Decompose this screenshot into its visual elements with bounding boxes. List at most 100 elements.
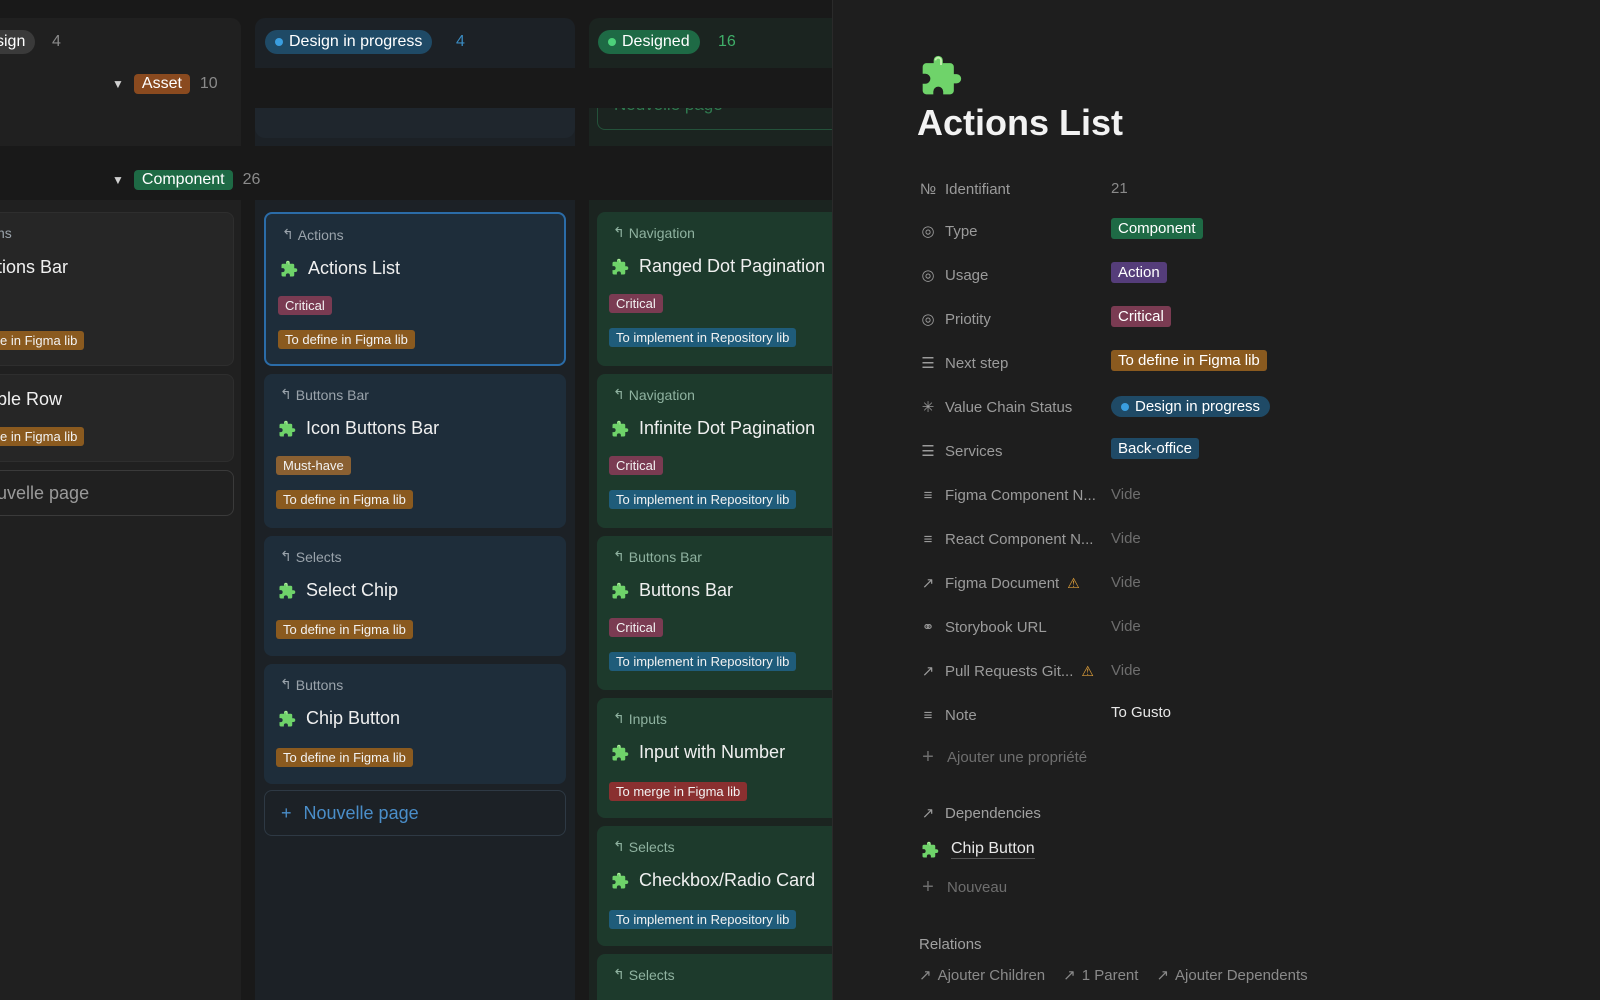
status-dot-icon: [608, 38, 616, 46]
column-header-design-in-progress[interactable]: Design in progress: [265, 30, 433, 54]
column-label: Designed: [622, 33, 690, 50]
card[interactable]: ↰ Buttons Chip Button To define in Figma …: [264, 664, 566, 784]
new-page-button[interactable]: + Nouvelle page: [264, 790, 566, 836]
parent-arrow-icon: ↰: [613, 710, 625, 726]
new-dependency-button[interactable]: + Nouveau: [919, 876, 1007, 898]
column-count: 16: [718, 33, 736, 50]
next-step-tag: To merge in Figma lib: [609, 782, 748, 801]
link-arrow-icon: ↗: [1156, 967, 1170, 984]
card-parent: ↰ Navigation: [613, 386, 695, 403]
property-note[interactable]: ≡ Note To Gusto: [919, 702, 1559, 732]
parent-arrow-icon: ↰: [282, 226, 294, 242]
next-step-tag: To define in Figma lib: [276, 620, 413, 639]
next-step-tag: To define in Figma lib: [278, 330, 415, 349]
card-parent: ↰ Navigation: [613, 224, 695, 241]
property-figma-document[interactable]: ↗ Figma Document ⚠ Vide: [919, 570, 1559, 600]
parent-button[interactable]: ↗ 1 Parent: [1063, 966, 1138, 985]
status-spinner-icon: ✳: [921, 399, 935, 416]
card[interactable]: ↰ Selects Checkbox/Radio Card To implemen…: [597, 826, 832, 946]
priority-tag: Critical: [609, 294, 663, 313]
card-title: tions Bar: [0, 257, 69, 277]
dependency-item[interactable]: Chip Button: [921, 840, 1035, 859]
card-title: ble Row: [0, 389, 63, 409]
priority-tag: Critical: [278, 296, 332, 315]
link-icon: ⚭: [921, 619, 935, 636]
select-icon: ◎: [921, 267, 935, 284]
property-next-step[interactable]: ☰ Next step To define in Figma lib: [919, 350, 1559, 380]
plus-icon: +: [922, 745, 934, 768]
property-type[interactable]: ◎ Type Component: [919, 218, 1559, 248]
next-step-tag: To implement in Repository lib: [609, 490, 797, 509]
parent-arrow-icon: ↰: [280, 548, 292, 564]
property-value: Vide: [1111, 574, 1141, 591]
column-header-designed[interactable]: Designed: [598, 30, 700, 54]
property-storybook-url[interactable]: ⚭ Storybook URL Vide: [919, 614, 1559, 644]
card-title: Icon Buttons Bar: [278, 418, 439, 439]
puzzle-icon: [278, 582, 296, 600]
priority-tag: Critical: [609, 618, 663, 637]
card[interactable]: ↰ Selects: [597, 954, 832, 1000]
next-step-tag: To implement in Repository lib: [609, 328, 797, 347]
column-header-design[interactable]: sign: [0, 30, 36, 54]
property-priority[interactable]: ◎ Priotity Critical: [919, 306, 1559, 336]
parent-arrow-icon: ↰: [280, 676, 292, 692]
collapse-triangle-icon[interactable]: ▼: [112, 77, 124, 91]
new-page-button[interactable]: uvelle page: [0, 470, 234, 516]
puzzle-icon: [611, 258, 629, 276]
property-pull-requests[interactable]: ↗ Pull Requests Git... ⚠ Vide: [919, 658, 1559, 688]
next-step-tag: To implement in Repository lib: [609, 910, 797, 929]
warning-icon: ⚠: [1067, 574, 1080, 591]
add-property-button[interactable]: + Ajouter une propriété: [919, 745, 1087, 768]
card[interactable]: ↰ Selects Select Chip To define in Figma …: [264, 536, 566, 656]
link-arrow-icon: ↗: [919, 967, 932, 984]
list-icon: ☰: [921, 355, 935, 372]
collapse-triangle-icon[interactable]: ▼: [112, 173, 124, 187]
group-count: 26: [242, 171, 261, 188]
group-header-asset[interactable]: ▼ Asset 10: [112, 74, 218, 94]
dependencies-header[interactable]: ↗ Dependencies: [919, 804, 1041, 823]
next-step-tag: To implement in Repository lib: [609, 652, 797, 671]
number-icon: №: [919, 180, 937, 198]
group-count: 10: [199, 75, 218, 92]
card[interactable]: ↰ Navigation Ranged Dot Pagination Critic…: [597, 212, 832, 366]
link-arrow-icon: ↗: [921, 805, 935, 822]
card[interactable]: ↰ Navigation Infinite Dot Pagination Crit…: [597, 374, 832, 528]
group-header-component[interactable]: ▼ Component 26: [112, 170, 260, 190]
card-title: Select Chip: [278, 580, 398, 601]
type-tag: Component: [1111, 218, 1203, 239]
property-figma-component-name[interactable]: ≡ Figma Component N... Vide: [919, 482, 1559, 512]
column-count: 4: [456, 33, 465, 50]
text-icon: ≡: [923, 706, 933, 724]
puzzle-icon: [280, 260, 298, 278]
property-value-chain-status[interactable]: ✳ Value Chain Status Design in progress: [919, 394, 1559, 424]
property-react-component-name[interactable]: ≡ React Component N... Vide: [919, 526, 1559, 556]
property-services[interactable]: ☰ Services Back-office: [919, 438, 1559, 468]
group-tag: Asset: [133, 74, 190, 94]
relations-row: ↗ Ajouter Children ↗ 1 Parent ↗ Ajouter Dep…: [919, 966, 1308, 985]
status-dot-icon: [1121, 402, 1129, 411]
detail-panel: Actions List № Identifiant 21 ◎ Type Compo…: [833, 0, 1600, 1000]
puzzle-icon: [278, 420, 296, 438]
card[interactable]: ns tions Bar e in Figma lib: [0, 212, 234, 366]
page-title[interactable]: Actions List: [917, 102, 1123, 144]
status-tag: Design in progress: [1111, 396, 1271, 417]
card[interactable]: ↰ Buttons Bar Icon Buttons Bar Must-have …: [264, 374, 566, 528]
card-parent: ↰ Selects: [613, 838, 675, 855]
puzzle-icon: [611, 420, 629, 438]
puzzle-icon: [611, 872, 629, 890]
card[interactable]: ble Row e in Figma lib: [0, 374, 234, 462]
property-value: Vide: [1111, 662, 1141, 679]
add-dependents-button[interactable]: ↗ Ajouter Dependents: [1156, 966, 1307, 985]
property-value: 21: [1111, 180, 1128, 197]
property-usage[interactable]: ◎ Usage Action: [919, 262, 1559, 292]
puzzle-icon: [921, 841, 939, 859]
column-label: sign: [0, 33, 26, 50]
property-identifiant[interactable]: № Identifiant 21: [919, 176, 1559, 206]
card[interactable]: ↰ Buttons Bar Buttons Bar Critical To imp…: [597, 536, 832, 690]
card[interactable]: ↰ Inputs Input with Number To merge in Fi…: [597, 698, 832, 818]
add-children-button[interactable]: ↗ Ajouter Children: [919, 966, 1045, 985]
link-arrow-icon: ↗: [1063, 967, 1076, 984]
card-actions-list[interactable]: ↰ Actions Actions List Critical To define…: [264, 212, 566, 366]
card-parent: ↰ Actions: [282, 226, 344, 243]
card-parent: ↰ Buttons Bar: [280, 386, 369, 403]
